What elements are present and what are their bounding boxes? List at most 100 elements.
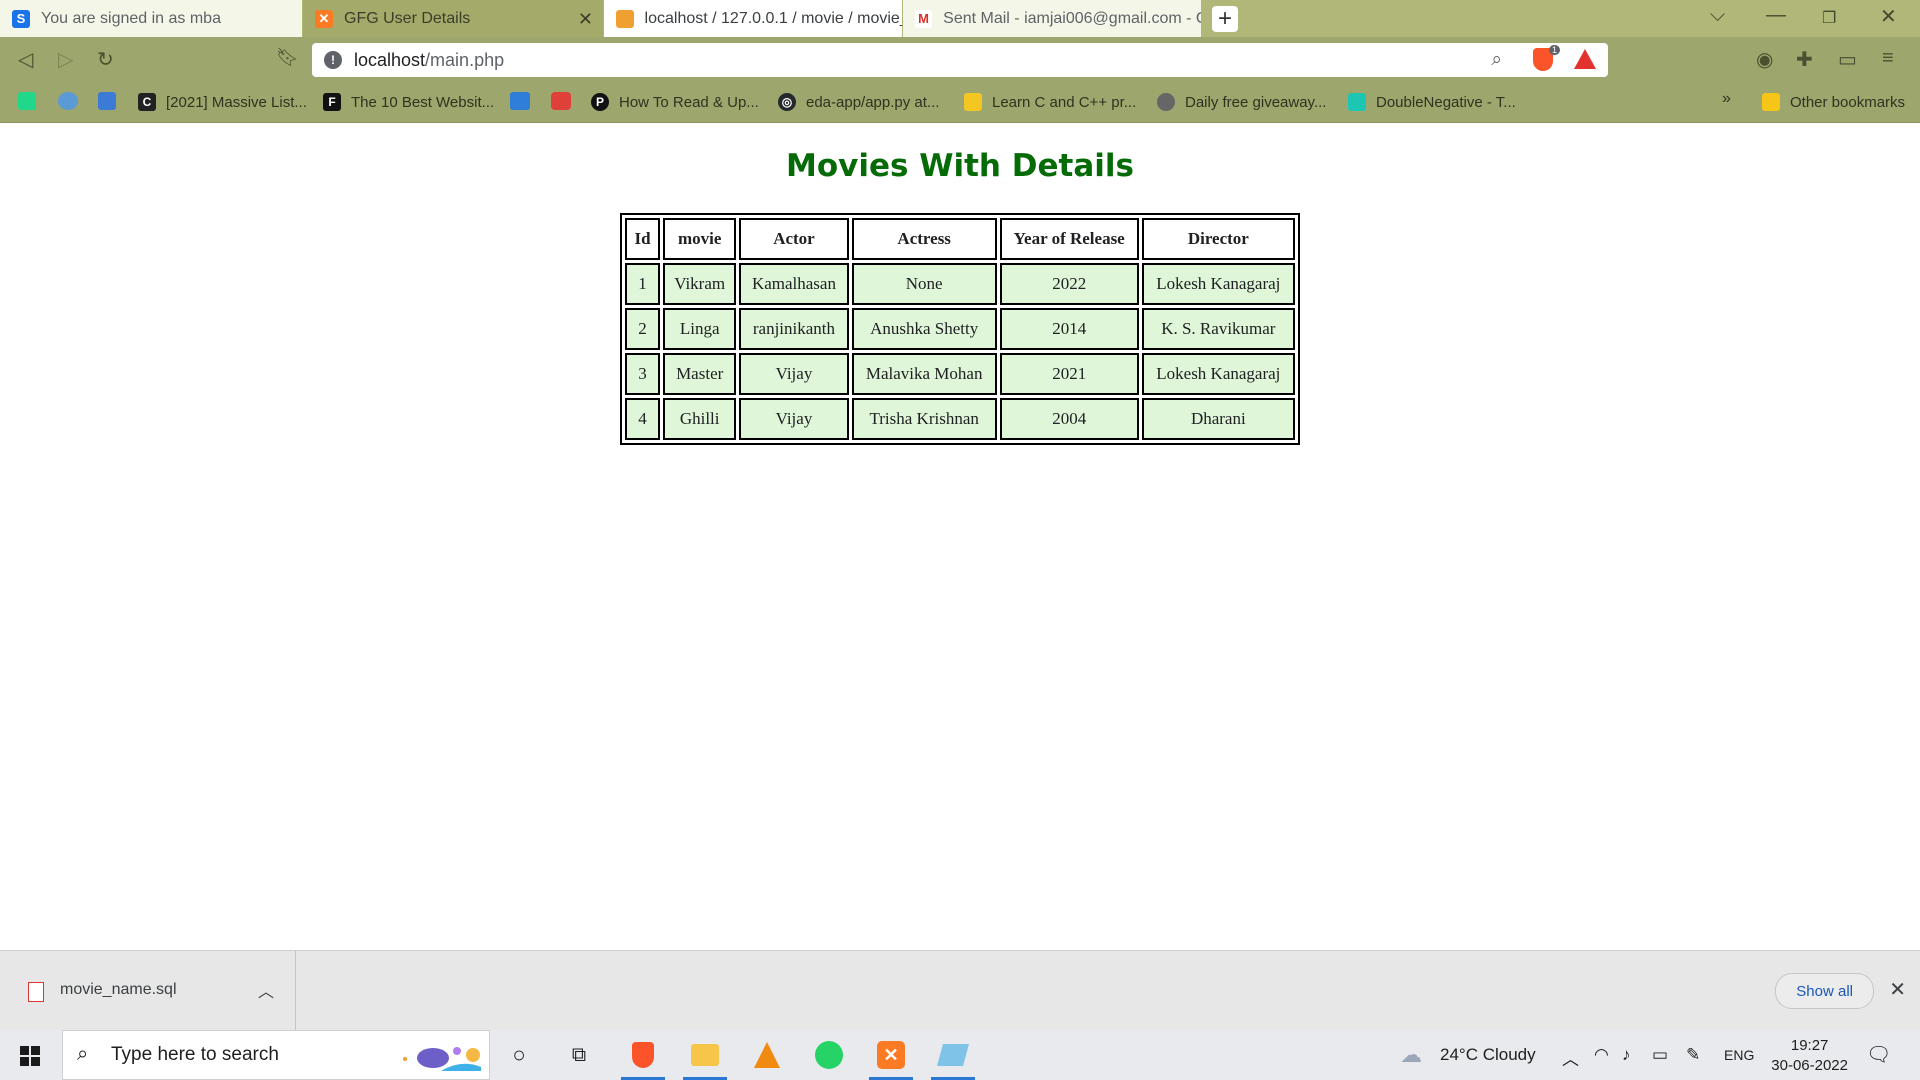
bookmark-daily-giveaway[interactable]: Daily free giveaway... — [1157, 90, 1326, 114]
download-file-name: movie_name.sql — [60, 981, 177, 998]
wallet-icon[interactable]: ▭ — [1838, 47, 1857, 72]
file-explorer-icon[interactable] — [683, 1039, 727, 1080]
table-cell: Vijay — [739, 398, 849, 440]
tab-search-icon[interactable]: ⌵ — [1710, 4, 1725, 27]
dev-tool-icon[interactable] — [98, 92, 116, 110]
new-tab-button[interactable]: + — [1212, 5, 1238, 32]
close-tab-icon[interactable]: ✕ — [578, 9, 593, 30]
bookmark-doublenegative[interactable]: DoubleNegative - T... — [1348, 90, 1516, 114]
notepad-logo-icon — [937, 1044, 969, 1066]
bookmark-how-to-read[interactable]: P How To Read & Up... — [591, 90, 759, 114]
close-download-bar-icon[interactable]: ✕ — [1889, 977, 1906, 1002]
show-all-downloads-button[interactable]: Show all — [1775, 973, 1874, 1009]
back-icon[interactable]: ◁ — [18, 47, 33, 72]
extension-icon[interactable]: ◉ — [1756, 47, 1773, 72]
bookmark-massive-list[interactable]: C [2021] Massive List... — [138, 90, 307, 114]
column-header-id: Id — [625, 218, 661, 260]
close-window-icon[interactable]: ✕ — [1880, 4, 1897, 29]
column-header-year: Year of Release — [999, 218, 1139, 260]
tab-gfg-user-details[interactable]: ✕ GFG User Details ✕ — [303, 0, 603, 37]
search-icon: ⌕ — [77, 1043, 89, 1065]
language-indicator[interactable]: ENG — [1724, 1047, 1754, 1063]
cortana-icon[interactable]: ○ — [503, 1039, 535, 1071]
pycharm-icon[interactable] — [18, 92, 36, 110]
table-row: 1 Vikram Kamalhasan None 2022 Lokesh Kan… — [625, 263, 1295, 305]
tab-label: GFG User Details — [344, 9, 471, 27]
download-app-icon[interactable] — [551, 92, 571, 110]
wifi-icon[interactable]: ◠ — [1594, 1045, 1609, 1065]
table-cell: Vijay — [739, 353, 849, 395]
whatsapp-icon[interactable] — [813, 1039, 845, 1071]
search-placeholder: Type here to search — [111, 1044, 279, 1065]
brave-taskbar-icon[interactable] — [621, 1039, 665, 1080]
p-logo-icon: P — [591, 93, 609, 111]
download-item[interactable]: movie_name.sql ︿ — [0, 951, 296, 1031]
battery-icon[interactable]: ▭ — [1652, 1045, 1668, 1065]
folder-icon — [1762, 93, 1780, 111]
chevron-up-icon[interactable]: ︿ — [258, 978, 274, 1002]
minimize-icon[interactable]: — — [1766, 4, 1786, 27]
weather-text[interactable]: 24°C Cloudy — [1440, 1045, 1536, 1065]
tab-phpmyadmin[interactable]: localhost / 127.0.0.1 / movie / movie_ — [604, 0, 902, 37]
address-bar[interactable]: ! localhost/main.php ⌕ 1 — [312, 43, 1608, 77]
column-header-movie: movie — [663, 218, 737, 260]
address-url[interactable]: localhost/main.php — [354, 50, 504, 71]
xampp-icon: ✕ — [315, 9, 333, 28]
tab-signed-in[interactable]: S You are signed in as mba — [0, 0, 302, 37]
vlc-cone-icon — [754, 1042, 780, 1068]
notepad-taskbar-icon[interactable] — [931, 1039, 975, 1080]
bookmarks-overflow[interactable]: » — [1722, 90, 1731, 108]
doublenegative-icon — [1348, 93, 1366, 111]
table-cell: Vikram — [663, 263, 737, 305]
menu-icon[interactable]: ≡ — [1882, 47, 1894, 70]
chevron-up-icon[interactable]: ︿ — [1562, 1045, 1579, 1070]
monitor-icon[interactable] — [510, 92, 530, 110]
windows-taskbar: ⌕ Type here to search ○ ⧉ ✕ ☁ 24°C Cloud… — [0, 1030, 1920, 1080]
bookmark-icon[interactable]: 🔖︎ — [276, 47, 299, 68]
cloud-icon: ☁ — [1400, 1042, 1422, 1067]
pen-icon[interactable]: ✎ — [1686, 1045, 1700, 1065]
github-icon: ◎ — [778, 93, 796, 111]
table-row: 4 Ghilli Vijay Trisha Krishnan 2004 Dhar… — [625, 398, 1295, 440]
vlc-icon[interactable] — [751, 1039, 783, 1071]
movies-table: Id movie Actor Actress Year of Release D… — [620, 213, 1300, 445]
forward-icon[interactable]: ▷ — [58, 47, 73, 72]
system-clock[interactable]: 19:27 30-06-2022 — [1771, 1036, 1848, 1076]
brave-rewards-icon[interactable] — [1574, 49, 1596, 69]
whatsapp-logo-icon — [815, 1041, 843, 1069]
notifications-icon[interactable]: 🗨︎ — [1866, 1042, 1891, 1067]
clock-time: 19:27 — [1790, 1037, 1829, 1054]
folder-icon — [691, 1044, 719, 1066]
reload-icon[interactable]: ↻ — [97, 47, 114, 72]
site-info-icon[interactable]: ! — [324, 51, 342, 69]
zoom-icon[interactable]: ⌕ — [1491, 49, 1502, 71]
eye-app-icon[interactable] — [58, 92, 78, 110]
other-bookmarks-folder[interactable]: Other bookmarks — [1762, 90, 1905, 114]
table-cell: Anushka Shetty — [851, 308, 997, 350]
restore-icon[interactable]: ❐ — [1822, 8, 1836, 28]
bookmark-eda-app[interactable]: ◎ eda-app/app.py at... — [778, 90, 939, 114]
table-cell: 2021 — [999, 353, 1139, 395]
browser-toolbar: ◁ ▷ ↻ 🔖︎ ! localhost/main.php ⌕ 1 ◉ ✚ ▭ … — [0, 37, 1920, 82]
volume-icon[interactable]: ♪ — [1622, 1045, 1631, 1065]
url-path: /main.php — [425, 50, 505, 70]
bookmark-label: The 10 Best Websit... — [351, 93, 495, 111]
tab-gmail[interactable]: M Sent Mail - iamjai006@gmail.com - Gr — [903, 0, 1201, 37]
extensions-puzzle-icon[interactable]: ✚ — [1796, 47, 1813, 72]
table-cell: Linga — [663, 308, 737, 350]
table-cell: 2022 — [999, 263, 1139, 305]
bookmark-label: eda-app/app.py at... — [806, 93, 940, 111]
table-cell: Ghilli — [663, 398, 737, 440]
task-view-icon[interactable]: ⧉ — [563, 1039, 595, 1071]
bookmark-best-websites[interactable]: F The 10 Best Websit... — [323, 90, 494, 114]
f-logo-icon: F — [323, 93, 341, 111]
xampp-taskbar-icon[interactable]: ✕ — [869, 1039, 913, 1080]
s-logo-icon: S — [12, 9, 30, 28]
shield-count-badge: 1 — [1548, 45, 1560, 55]
table-cell: Dharani — [1141, 398, 1295, 440]
bookmark-label: Other bookmarks — [1790, 93, 1906, 111]
table-cell: ranjinikanth — [739, 308, 849, 350]
bookmark-learn-c[interactable]: Learn C and C++ pr... — [964, 90, 1136, 114]
windows-start-icon[interactable] — [20, 1046, 40, 1066]
taskbar-search-box[interactable]: ⌕ Type here to search — [62, 1030, 490, 1080]
